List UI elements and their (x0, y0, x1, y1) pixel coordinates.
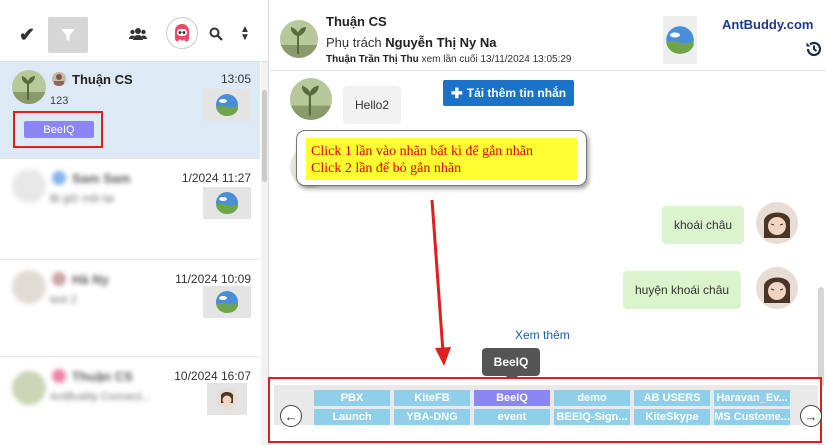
tag-item[interactable]: KiteFB (394, 390, 470, 406)
tag-item[interactable]: KiteSkype (634, 409, 710, 425)
tag-item[interactable]: event (474, 409, 550, 425)
tag-item[interactable]: AB USERS (634, 390, 710, 406)
tag-grid: PBX KiteFB BeeIQ demo AB USERS Haravan_E… (274, 385, 818, 425)
chat-app: ✔ ▲ ▼ Thuận CS 13:05 123 BeeIQ Sam Sam 1… (0, 0, 826, 445)
callout-content: Click 1 lần vào nhãn bất kì để gắn nhãn … (306, 138, 577, 180)
tag-item[interactable]: Haravan_Ev... (714, 390, 790, 406)
tag-item[interactable]: Launch (314, 409, 390, 425)
callout-line: Click 1 lần vào nhãn bất kì để gắn nhãn (311, 144, 533, 159)
tag-item[interactable]: PBX (314, 390, 390, 406)
tag-item-selected[interactable]: BeeIQ (474, 390, 550, 406)
arrow-right-icon[interactable]: → (800, 405, 822, 427)
tag-item[interactable]: BEEIQ-Sign... (554, 409, 630, 425)
arrow-left-icon[interactable]: ← (280, 405, 302, 427)
tag-item[interactable]: demo (554, 390, 630, 406)
tag-tooltip: BeeIQ (482, 348, 540, 382)
instruction-callout: Click 1 lần vào nhãn bất kì để gắn nhãn … (296, 130, 587, 186)
tag-item[interactable]: YBA-DNG (394, 409, 470, 425)
callout-line: Click 2 lần để bỏ gắn nhãn (311, 161, 462, 176)
tag-item[interactable]: MS Custome... (714, 409, 790, 425)
tag-bar: PBX KiteFB BeeIQ demo AB USERS Haravan_E… (268, 377, 822, 443)
